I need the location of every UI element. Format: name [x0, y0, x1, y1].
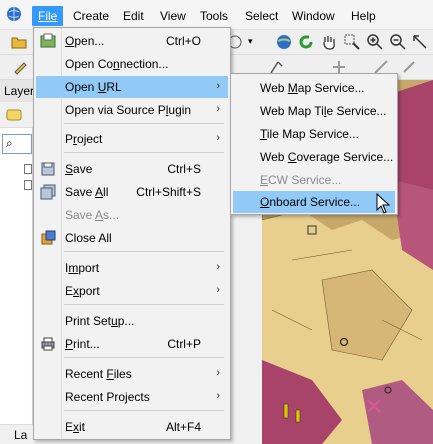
- menu-item-save-as[interactable]: Save As...: [36, 204, 228, 226]
- menu-create[interactable]: Create: [67, 7, 115, 25]
- menu-item-label: Web Coverage Service...: [260, 150, 394, 164]
- menu-item-open[interactable]: Open... Ctrl+O: [36, 30, 228, 52]
- shortcut-label: Alt+F4: [165, 420, 201, 434]
- submenu-item-ecw-service[interactable]: ECW Service...: [233, 169, 395, 191]
- save-icon: [41, 162, 55, 176]
- menu-item-save[interactable]: Save Ctrl+S: [36, 158, 228, 180]
- shortcut-label: Ctrl+Shift+S: [136, 185, 201, 199]
- shortcut-label: Ctrl+P: [167, 337, 201, 351]
- menu-item-open-connection[interactable]: Open Connection...: [36, 53, 228, 75]
- close-all-icon: [41, 230, 56, 245]
- submenu-arrow-icon: ›: [216, 367, 220, 379]
- layer-checkbox[interactable]: [24, 164, 32, 174]
- menu-item-save-all[interactable]: Save All Ctrl+Shift+S: [36, 181, 228, 203]
- submenu-item-web-map-service[interactable]: Web Map Service...: [233, 77, 395, 99]
- menu-item-close-all[interactable]: Close All: [36, 227, 228, 249]
- menu-item-project[interactable]: Project ›: [36, 128, 228, 150]
- layer-search-input[interactable]: ⌕: [2, 134, 32, 154]
- submenu-arrow-icon: ›: [216, 390, 220, 402]
- menu-item-label: Project: [65, 132, 103, 146]
- menu-separator: [64, 357, 224, 358]
- shortcut-label: Ctrl+O: [165, 34, 201, 48]
- zoom-extent-icon[interactable]: [411, 33, 429, 51]
- menu-item-label: ECW Service...: [260, 173, 342, 187]
- layers-panel-title: Layer: [0, 80, 34, 102]
- app-globe-icon: [7, 7, 21, 21]
- search-icon: ⌕: [6, 136, 13, 150]
- menu-separator: [64, 410, 224, 411]
- menu-separator: [64, 152, 224, 153]
- menu-item-label: Close All: [65, 231, 112, 245]
- layers-status: La: [0, 424, 33, 444]
- menu-tools[interactable]: Tools: [194, 7, 234, 25]
- menu-item-label: Print...: [65, 337, 100, 351]
- menu-view[interactable]: View: [154, 7, 192, 25]
- menu-item-label: Open via Source Plugin: [65, 103, 192, 117]
- menu-item-label: Tile Map Service...: [260, 127, 359, 141]
- menu-item-open-url[interactable]: Open URL ›: [36, 76, 228, 98]
- menu-item-label: Save All: [65, 185, 109, 199]
- submenu-arrow-icon: ›: [216, 261, 220, 273]
- open-folder-icon: [40, 33, 56, 48]
- menu-item-open-via-source-plugin[interactable]: Open via Source Plugin ›: [36, 99, 228, 121]
- menu-separator: [64, 304, 224, 305]
- layer-style-icon[interactable]: [5, 106, 23, 124]
- menu-window[interactable]: Window: [286, 7, 341, 25]
- globe-icon[interactable]: [275, 33, 293, 51]
- layers-toolbar: [0, 102, 33, 128]
- pan-hand-icon[interactable]: [320, 33, 338, 51]
- menu-select[interactable]: Select: [239, 7, 284, 25]
- zoom-out-icon[interactable]: [389, 33, 407, 51]
- refresh-icon[interactable]: [297, 33, 315, 51]
- menu-item-import[interactable]: Import ›: [36, 257, 228, 279]
- menu-item-print-setup[interactable]: Print Setup...: [36, 310, 228, 332]
- shortcut-label: Ctrl+S: [167, 162, 201, 176]
- submenu-arrow-icon: ›: [216, 80, 220, 92]
- edit-tool-icon[interactable]: [12, 58, 30, 76]
- menu-item-label: Recent Projects: [65, 390, 150, 404]
- save-all-icon: [40, 184, 56, 200]
- menu-file[interactable]: File: [32, 6, 64, 26]
- menu-item-print[interactable]: Print... Ctrl+P: [36, 333, 228, 355]
- zoom-box-icon[interactable]: [343, 33, 361, 51]
- menu-item-label: Recent Files: [65, 367, 132, 381]
- submenu-arrow-icon: ›: [216, 132, 220, 144]
- submenu-arrow-icon: ›: [216, 284, 220, 296]
- menu-item-label: Save As...: [65, 208, 120, 222]
- layer-checkbox[interactable]: [24, 180, 32, 190]
- submenu-item-onboard-service[interactable]: Onboard Service...: [233, 191, 395, 213]
- submenu-item-web-coverage-service[interactable]: Web Coverage Service...: [233, 146, 395, 168]
- printer-icon: [41, 337, 55, 351]
- menu-item-label: Export: [65, 284, 100, 298]
- submenu-item-tile-map-service[interactable]: Tile Map Service...: [233, 123, 395, 145]
- node-tool-icon[interactable]: [400, 58, 418, 76]
- menu-bar: File Create Edit View Tools Select Windo…: [0, 0, 433, 30]
- zoom-in-icon[interactable]: [366, 33, 384, 51]
- menu-item-label: Onboard Service...: [260, 195, 361, 209]
- submenu-item-web-map-tile-service[interactable]: Web Map Tile Service...: [233, 100, 395, 122]
- menu-separator: [64, 123, 224, 124]
- menu-edit[interactable]: Edit: [117, 7, 150, 25]
- menu-item-label: Exit: [65, 420, 86, 434]
- menu-item-export[interactable]: Export ›: [36, 280, 228, 302]
- dropdown-caret-icon[interactable]: ▾: [248, 36, 253, 47]
- menu-item-recent-files[interactable]: Recent Files ›: [36, 363, 228, 385]
- menu-item-label: Web Map Tile Service...: [260, 104, 387, 118]
- menu-item-label: Open Connection...: [65, 57, 169, 71]
- menu-item-label: Import: [65, 261, 100, 275]
- open-url-submenu: Web Map Service... Web Map Tile Service.…: [230, 73, 398, 215]
- menu-item-exit[interactable]: Exit Alt+F4: [36, 416, 228, 438]
- menu-item-label: Web Map Service...: [260, 81, 365, 95]
- menu-item-label: Print Setup...: [65, 314, 135, 328]
- menu-item-recent-projects[interactable]: Recent Projects ›: [36, 386, 228, 408]
- menu-help[interactable]: Help: [345, 7, 382, 25]
- open-toolbar-icon[interactable]: [10, 33, 28, 51]
- submenu-arrow-icon: ›: [216, 103, 220, 115]
- menu-item-label: Open...: [65, 34, 105, 48]
- mouse-cursor-icon: [376, 193, 391, 214]
- menu-separator: [64, 251, 224, 252]
- file-menu: Open... Ctrl+O Open Connection... Open U…: [33, 27, 231, 440]
- menu-item-label: Save: [65, 162, 93, 176]
- menu-item-label: Open URL: [65, 80, 122, 94]
